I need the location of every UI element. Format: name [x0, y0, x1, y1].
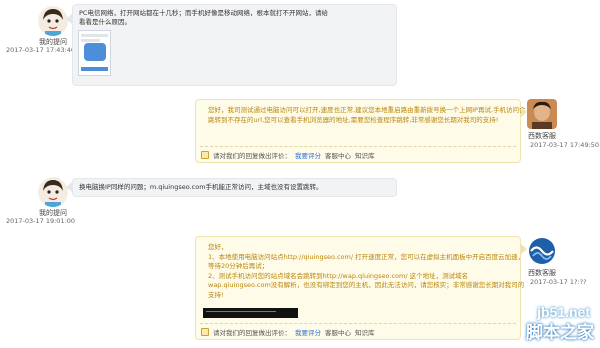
knowledge-base-link[interactable]: 知识库	[355, 327, 375, 337]
rate-link[interactable]: 我要评分	[295, 150, 321, 160]
screenshot-thumbnail[interactable]	[78, 30, 111, 76]
user-avatar	[38, 177, 68, 207]
message-text: 换电脑换IP同样的问题；m.qiuingseo.com手机能正常访问，主域也没有…	[79, 183, 323, 191]
message-text: 您好，我司测试通过电脑访问可以打开,速度也正常,建议您本地重启路由重新拨号换一个…	[208, 106, 526, 124]
knowledge-base-link[interactable]: 知识库	[355, 150, 375, 160]
rate-link[interactable]: 我要评分	[295, 327, 321, 337]
rating-prompt: 请对我们的回复做出评价：	[213, 329, 291, 337]
rating-row: 请对我们的回复做出评价： 我要评分 客服中心 知识库	[201, 327, 375, 337]
message-line: 1、本地使用电脑访问站点http://qiuingseo.com/ 打开速度正常…	[208, 252, 525, 271]
message-timestamp: 2017-03-17 17:43:46	[6, 46, 76, 54]
user-message-bubble: 换电脑换IP同样的问题；m.qiuingseo.com手机能正常访问，主域也没有…	[72, 178, 397, 197]
rating-icon	[201, 328, 209, 336]
divider	[200, 146, 516, 147]
agent-avatar	[527, 99, 557, 129]
message-text: 您好， 1、本地使用电脑访问站点http://qiuingseo.com/ 打开…	[208, 243, 526, 300]
message-line: 您好，	[208, 243, 228, 251]
message-timestamp: 2017-03-17 17:49:50	[530, 141, 600, 149]
user-avatar	[38, 6, 68, 36]
agent-message-bubble: 您好， 1、本地使用电脑访问站点http://qiuingseo.com/ 打开…	[195, 236, 524, 340]
watermark-site-name: 脚本之家	[526, 323, 594, 343]
rating-prompt: 请对我们的回复做出评价：	[213, 152, 291, 160]
message-line: 2、测试手机访问您的站点域名会跳转到http://wap.qiuingseo.c…	[208, 271, 525, 299]
message-timestamp: 2017-03-17 19:01:00	[6, 217, 76, 225]
agent-name: 西数客服	[528, 132, 556, 140]
service-center-link[interactable]: 客服中心	[325, 150, 351, 160]
rating-icon	[201, 151, 209, 159]
service-center-link[interactable]: 客服中心	[325, 327, 351, 337]
attached-screenshot-strip[interactable]	[203, 308, 298, 318]
divider	[200, 323, 516, 324]
message-timestamp: 2017-03-17 1?:??	[530, 278, 587, 286]
agent-name: 西数客服	[528, 269, 556, 277]
user-message-bubble: PC电信网络，打开网站都在十几秒；而手机好像是移动网络，根本就打不开网站，请给看…	[72, 4, 397, 86]
rating-row: 请对我们的回复做出评价： 我要评分 客服中心 知识库	[201, 150, 375, 160]
message-text: PC电信网络，打开网站都在十几秒；而手机好像是移动网络，根本就打不开网站，请给看…	[79, 9, 328, 26]
agent-avatar	[527, 236, 557, 266]
